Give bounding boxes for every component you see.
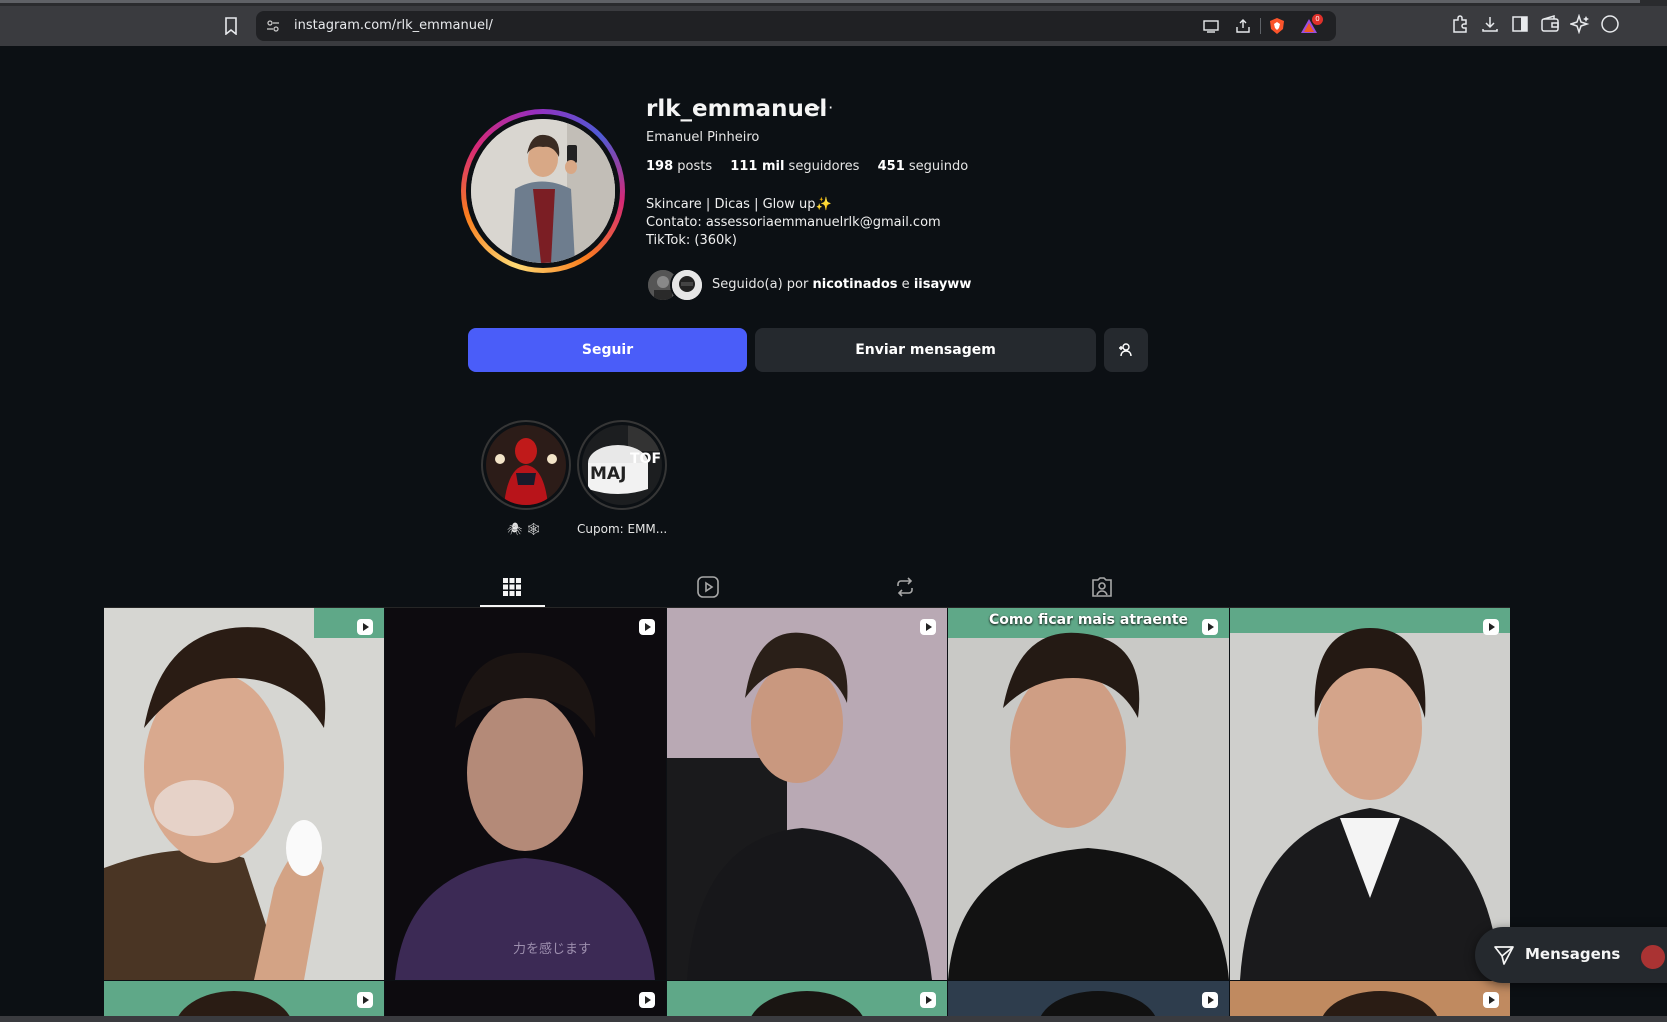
svg-text:MAJ: MAJ [590, 464, 626, 484]
reel-badge-icon [639, 992, 655, 1008]
cast-icon[interactable] [1202, 17, 1220, 35]
tagged-icon [1092, 577, 1112, 597]
browser-toolbar: instagram.com/rlk_emmanuel/ 0 [0, 0, 1667, 46]
post-thumbnail[interactable]: 力を感じます [385, 608, 666, 980]
profile-icon[interactable] [1600, 14, 1620, 34]
reel-badge-icon [357, 992, 373, 1008]
post-thumbnail[interactable] [104, 608, 384, 980]
profile-username: rlk_emmanuel [646, 96, 828, 122]
more-options-icon[interactable]: ··· [816, 98, 834, 117]
followed-by-text[interactable]: Seguido(a) por nicotinados e iisayww [712, 277, 971, 292]
reel-badge-icon [920, 992, 936, 1008]
conversation-avatar [1639, 943, 1667, 971]
direct-message-icon [1494, 946, 1514, 965]
grid-icon [503, 578, 521, 596]
follow-button[interactable]: Seguir [468, 328, 747, 372]
add-person-icon [1119, 343, 1132, 357]
mutual-follower-avatar [670, 268, 704, 302]
window-bottom-edge [0, 1016, 1667, 1022]
story-highlight[interactable]: MAJ TOF Cupom: EMM... [577, 420, 668, 536]
url-text[interactable]: instagram.com/rlk_emmanuel/ [294, 18, 493, 33]
avatar-photo-mirror-selfie [471, 119, 615, 263]
stat-following[interactable]: 451 seguindo [878, 159, 969, 174]
leo-ai-icon[interactable] [1570, 14, 1590, 34]
messages-label: Mensagens [1525, 945, 1621, 963]
tab-tagged[interactable] [1070, 566, 1134, 608]
bio-contact: Contato: assessoriaemmanuelrlk@gmail.com [646, 215, 941, 230]
post-thumbnail[interactable]: Como ficar mais atraente [948, 608, 1229, 980]
profile-stats: 198 posts 111 mil seguidores 451 seguind… [646, 159, 982, 174]
bookmark-icon[interactable] [224, 17, 238, 35]
post-image [1230, 608, 1510, 980]
post-image: 力を感じます [385, 608, 666, 980]
tab-strip-edge [0, 0, 1667, 6]
reel-badge-icon [1202, 992, 1218, 1008]
messages-button[interactable]: Mensagens [1475, 927, 1667, 983]
active-tab-indicator [480, 605, 545, 607]
reel-badge-icon [1202, 619, 1218, 635]
tab-reposts[interactable] [873, 566, 937, 608]
profile-tabs [480, 566, 1144, 608]
downloads-icon[interactable] [1480, 14, 1500, 34]
highlight-cover-product: MAJ TOF [582, 425, 662, 505]
post-image [948, 608, 1229, 980]
extensions-icon[interactable] [1450, 14, 1470, 34]
svg-text:力を感じます: 力を感じます [513, 941, 591, 957]
suggested-users-button[interactable] [1104, 328, 1148, 372]
reel-badge-icon [357, 619, 373, 635]
highlight-ring: MAJ TOF [577, 420, 667, 510]
highlight-cover-spiderman [486, 425, 566, 505]
svg-text:TOF: TOF [630, 451, 661, 467]
reels-icon [697, 576, 719, 598]
highlight-ring [481, 420, 571, 510]
profile-bio: Skincare | Dicas | Glow up✨ Contato: ass… [646, 196, 941, 250]
repost-icon [897, 577, 913, 597]
post-image [667, 608, 947, 980]
profile-avatar[interactable] [471, 119, 615, 263]
stat-posts: 198 posts [646, 159, 713, 174]
site-settings-icon[interactable] [266, 19, 280, 33]
share-icon[interactable] [1234, 17, 1252, 35]
reel-badge-icon [639, 619, 655, 635]
posts-grid: 力を感じます Como ficar mais atraente [104, 608, 1510, 1022]
post-image [104, 608, 384, 980]
bio-tiktok: TikTok: (360k) [646, 233, 737, 248]
post-thumbnail[interactable] [1230, 608, 1510, 980]
post-caption-overlay: Como ficar mais atraente [988, 612, 1189, 628]
bio-line: Skincare | Dicas | Glow up [646, 197, 816, 212]
highlight-label: Cupom: EMM... [577, 522, 668, 536]
profile-avatar-story-ring[interactable] [461, 109, 625, 273]
story-highlight[interactable]: 🕷 🕸 [481, 420, 571, 536]
wallet-icon[interactable] [1540, 14, 1560, 34]
send-message-button[interactable]: Enviar mensagem [755, 328, 1096, 372]
sidebar-icon[interactable] [1510, 14, 1530, 34]
stat-followers[interactable]: 111 mil seguidores [730, 159, 859, 174]
brave-shields-icon[interactable] [1268, 17, 1286, 35]
reel-badge-icon [1483, 619, 1499, 635]
rewards-badge: 0 [1312, 14, 1323, 25]
reel-badge-icon [1483, 992, 1499, 1008]
sparkles-icon: ✨ [815, 197, 832, 212]
address-bar[interactable]: instagram.com/rlk_emmanuel/ 0 [256, 11, 1336, 41]
post-thumbnail[interactable] [667, 608, 947, 980]
tab-reels[interactable] [676, 566, 740, 608]
reel-badge-icon [920, 619, 936, 635]
highlight-label: 🕷 🕸 [506, 522, 542, 536]
profile-full-name: Emanuel Pinheiro [646, 130, 760, 145]
tab-posts[interactable] [480, 566, 544, 608]
address-divider [1260, 18, 1261, 34]
